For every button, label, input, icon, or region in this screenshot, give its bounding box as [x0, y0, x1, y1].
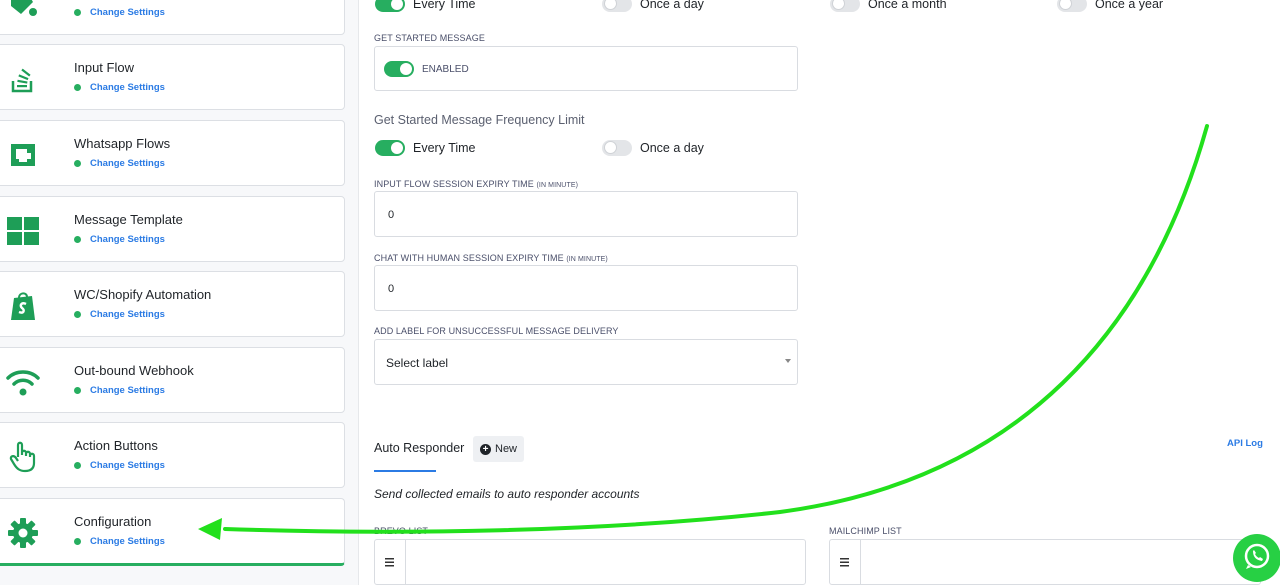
input-flow-expiry-input[interactable]: 0 [374, 191, 798, 237]
list-icon [375, 540, 406, 584]
status-dot [74, 538, 81, 545]
select-placeholder: Select label [386, 356, 449, 370]
change-settings-link[interactable]: Change Settings [74, 7, 165, 18]
change-settings-label: Change Settings [90, 385, 165, 396]
change-settings-label: Change Settings [90, 82, 165, 93]
toggle-once-a-month-top[interactable]: Once a month [830, 0, 947, 12]
chat-human-expiry-input[interactable]: 0 [374, 265, 798, 311]
get-started-box: ENABLED [374, 46, 798, 91]
change-settings-label: Change Settings [90, 158, 165, 169]
main-panel: Every Time Once a day Once a month Once … [358, 0, 1280, 585]
toggle-label: Every Time [413, 0, 476, 11]
toggle-label: Every Time [413, 141, 476, 155]
toggle-switch[interactable] [375, 0, 405, 12]
freq-limit-title: Get Started Message Frequency Limit [374, 113, 585, 127]
sidebar-item-input-flow[interactable]: Input Flow Change Settings [0, 44, 345, 110]
chevron-down-icon [785, 359, 791, 363]
new-button[interactable]: + New [473, 436, 525, 462]
change-settings-label: Change Settings [90, 536, 165, 547]
plus-circle-icon: + [480, 443, 491, 455]
toggle-every-time[interactable]: Every Time [375, 140, 476, 156]
input-flow-expiry-label: INPUT FLOW SESSION EXPIRY TIME (IN MINUT… [374, 179, 579, 189]
toggle-label: Once a day [640, 141, 704, 155]
toggle-once-a-year-top[interactable]: Once a year [1057, 0, 1163, 12]
change-settings-label: Change Settings [90, 234, 165, 245]
toggle-label: Once a year [1095, 0, 1164, 11]
status-dot [74, 160, 81, 167]
status-dot [74, 462, 81, 469]
mailchimp-list-select[interactable] [829, 539, 1261, 585]
toggle-switch[interactable] [602, 0, 632, 12]
status-dot [74, 236, 81, 243]
toggle-switch[interactable] [384, 61, 414, 77]
sidebar-item-wc-shopify-automation[interactable]: WC/Shopify Automation Change Settings [0, 271, 345, 337]
change-settings-link[interactable]: Change Settings [74, 309, 165, 320]
toggle-label: ENABLED [422, 63, 469, 75]
status-dot [74, 9, 81, 16]
new-button-label: New [495, 443, 518, 455]
status-dot [74, 387, 81, 394]
sidebar-item-label: Action Buttons [74, 438, 158, 453]
toggle-switch[interactable] [375, 140, 405, 156]
sidebar-item-label: Message Template [74, 212, 183, 227]
status-dot [74, 311, 81, 318]
stack-overflow-icon [5, 61, 41, 97]
input-value: 0 [388, 209, 395, 221]
toggle-label: Once a month [868, 0, 947, 11]
sidebar-item-message-template[interactable]: Message Template Change Settings [0, 196, 345, 262]
toggle-switch[interactable] [830, 0, 860, 12]
shopify-bag-icon [5, 288, 41, 324]
change-settings-link[interactable]: Change Settings [74, 536, 165, 547]
get-started-toggle[interactable]: ENABLED [384, 61, 469, 77]
change-settings-label: Change Settings [90, 7, 165, 18]
change-settings-link[interactable]: Change Settings [74, 82, 165, 93]
change-settings-label: Change Settings [90, 309, 165, 320]
sidebar-item-action-buttons[interactable]: Action Buttons Change Settings [0, 422, 345, 488]
sidebar: Change Settings Input Flow Change Settin… [0, 0, 358, 585]
unsuccessful-label-select[interactable]: Select label [374, 339, 798, 385]
window-icon [5, 137, 41, 173]
unsuccessful-label-label: ADD LABEL FOR UNSUCCESSFUL MESSAGE DELIV… [374, 326, 619, 336]
change-settings-link[interactable]: Change Settings [74, 385, 165, 396]
toggle-label: Once a day [640, 0, 704, 11]
whatsapp-chat-button[interactable] [1233, 534, 1280, 582]
app-root: Change Settings Input Flow Change Settin… [0, 0, 1280, 585]
change-settings-link[interactable]: Change Settings [74, 158, 165, 169]
sidebar-item-unnamed[interactable]: Change Settings [0, 0, 345, 35]
gear-icon [5, 515, 41, 551]
toggle-every-time-top[interactable]: Every Time [375, 0, 476, 12]
sidebar-item-label: Configuration [74, 514, 152, 529]
mailchimp-list-label: MAILCHIMP LIST [829, 526, 902, 536]
brevo-list-label: BREVO LIST [374, 526, 429, 536]
sidebar-item-configuration[interactable]: Configuration Change Settings [0, 498, 345, 566]
auto-responder-note: Send collected emails to auto responder … [374, 487, 640, 501]
tab-active-underline [374, 470, 436, 472]
change-settings-link[interactable]: Change Settings [74, 460, 165, 471]
toggle-once-a-day[interactable]: Once a day [602, 140, 704, 156]
input-value: 0 [388, 283, 395, 295]
wifi-icon [5, 364, 41, 400]
sidebar-item-outbound-webhook[interactable]: Out-bound Webhook Change Settings [0, 347, 345, 413]
status-dot [74, 84, 81, 91]
api-log-link[interactable]: API Log [1227, 438, 1263, 449]
list-icon [830, 540, 861, 584]
sidebar-item-whatsapp-flows[interactable]: Whatsapp Flows Change Settings [0, 120, 345, 186]
change-settings-label: Change Settings [90, 460, 165, 471]
sidebar-item-label: WC/Shopify Automation [74, 287, 212, 302]
chat-human-expiry-label: CHAT WITH HUMAN SESSION EXPIRY TIME (IN … [374, 253, 608, 263]
sidebar-item-label: Out-bound Webhook [74, 363, 194, 378]
get-started-label: GET STARTED MESSAGE [374, 33, 485, 43]
toggle-switch[interactable] [602, 140, 632, 156]
toggle-once-a-day-top[interactable]: Once a day [602, 0, 704, 12]
grid-icon [5, 213, 41, 249]
whatsapp-icon [1242, 541, 1272, 576]
paint-bucket-icon [5, 0, 41, 22]
change-settings-link[interactable]: Change Settings [74, 234, 165, 245]
toggle-switch[interactable] [1057, 0, 1087, 12]
brevo-list-select[interactable] [374, 539, 806, 585]
sidebar-item-label: Whatsapp Flows [74, 136, 171, 151]
tab-auto-responder[interactable]: Auto Responder [374, 441, 464, 455]
sidebar-item-label: Input Flow [74, 60, 134, 75]
pointer-hand-icon [5, 439, 41, 475]
